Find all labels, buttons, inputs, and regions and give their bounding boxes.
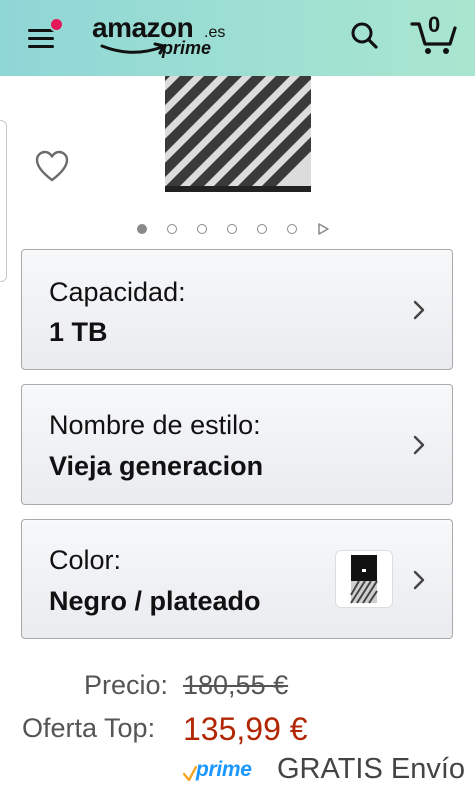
menu-button[interactable] — [24, 16, 64, 56]
logo-prime-text: prime — [162, 38, 212, 58]
color-value: Negro / plateado — [49, 586, 261, 616]
cart-count-badge: 0 — [428, 12, 441, 37]
image-pager — [137, 222, 337, 238]
pager-dot[interactable] — [227, 224, 237, 234]
deal-price-label: Oferta Top: — [22, 713, 156, 743]
chevron-right-icon — [413, 300, 425, 320]
top-nav-bar: amazon .es prime 0 — [0, 0, 475, 76]
pager-dot-active[interactable] — [137, 224, 147, 234]
cart-button[interactable]: 0 — [408, 10, 460, 60]
color-label: Color: — [49, 545, 122, 575]
capacity-value: 1 TB — [49, 317, 108, 347]
notification-dot — [49, 17, 64, 32]
hamburger-icon-line — [28, 45, 54, 48]
product-image[interactable] — [163, 76, 313, 194]
pager-dot[interactable] — [197, 224, 207, 234]
wishlist-button[interactable] — [34, 150, 70, 184]
style-name-label: Nombre de estilo: — [49, 410, 261, 440]
capacity-selector[interactable]: Capacidad: 1 TB — [21, 249, 453, 370]
gallery-side-panel — [0, 120, 7, 282]
hamburger-icon-line — [28, 37, 54, 40]
pager-dot[interactable] — [257, 224, 267, 234]
prime-badge: prime — [183, 758, 263, 788]
search-icon — [351, 22, 378, 49]
free-shipping-text: GRATIS Envío — [277, 753, 466, 785]
heart-icon — [35, 150, 69, 182]
play-next-icon[interactable] — [316, 222, 330, 236]
search-button[interactable] — [345, 16, 385, 56]
capacity-label: Capacidad: — [49, 277, 186, 307]
style-name-selector[interactable]: Nombre de estilo: Vieja generacion — [21, 384, 453, 505]
chevron-right-icon — [413, 570, 425, 590]
color-selector[interactable]: Color: Negro / plateado — [21, 519, 453, 639]
deal-price-value: 135,99 € — [183, 711, 308, 747]
product-image-gallery[interactable] — [0, 76, 475, 282]
list-price-label: Precio: — [84, 670, 169, 700]
check-icon — [183, 765, 197, 782]
color-swatch-thumbnail — [335, 550, 393, 608]
prime-label: prime — [196, 758, 252, 781]
pager-dot[interactable] — [167, 224, 177, 234]
style-name-value: Vieja generacion — [49, 451, 264, 481]
amazon-prime-logo[interactable]: amazon .es prime — [92, 12, 225, 64]
smile-arrow-icon — [100, 42, 166, 55]
drive-thumbnail-image — [350, 555, 378, 604]
list-price-value: 180,55 € — [183, 670, 289, 700]
pager-dot[interactable] — [287, 224, 297, 234]
chevron-right-icon — [413, 435, 425, 455]
